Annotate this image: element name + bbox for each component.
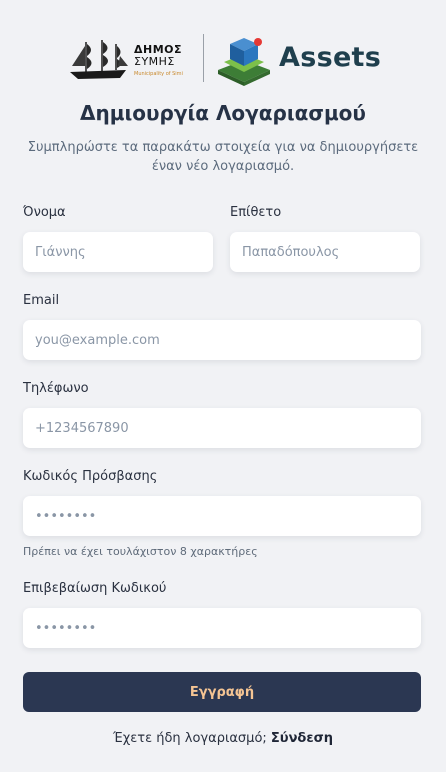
ship-icon bbox=[70, 40, 128, 79]
register-button[interactable]: Εγγραφή bbox=[23, 672, 421, 712]
simi-wordmark: ΔΗΜΟΣ ΣΥΜΗΣ Municipality of Simi bbox=[134, 44, 183, 78]
login-prompt: Έχετε ήδη λογαριασμό; Σύνδεση bbox=[0, 731, 446, 746]
logo-row: ΔΗΜΟΣ ΣΥΜΗΣ Municipality of Simi Assets bbox=[0, 30, 446, 90]
login-link[interactable]: Σύνδεση bbox=[271, 731, 333, 746]
phone-label: Τηλέφωνο bbox=[23, 381, 89, 396]
simi-line2: ΣΥΜΗΣ bbox=[134, 55, 175, 68]
page-title: Δημιουργία Λογαριασμού bbox=[80, 101, 366, 125]
last-name-input[interactable] bbox=[230, 232, 420, 272]
email-label: Email bbox=[23, 293, 60, 308]
confirm-password-input[interactable] bbox=[23, 608, 421, 648]
assets-cube-icon bbox=[218, 38, 270, 86]
password-hint: Πρέπει να έχει τουλάχιστον 8 χαρακτήρες bbox=[23, 545, 258, 558]
password-label: Κωδικός Πρόσβασης bbox=[23, 469, 158, 484]
login-prompt-text: Έχετε ήδη λογαριασμό; bbox=[113, 731, 267, 746]
logo-divider bbox=[203, 34, 204, 82]
last-name-label: Επίθετο bbox=[230, 205, 282, 220]
page-subtitle: Συμπληρώστε τα παρακάτω στοιχεία για να … bbox=[27, 140, 419, 174]
phone-input[interactable] bbox=[23, 408, 421, 448]
simi-municipality-logo: ΔΗΜΟΣ ΣΥΜΗΣ Municipality of Simi bbox=[66, 36, 190, 84]
confirm-password-label: Επιβεβαίωση Κωδικού bbox=[23, 581, 167, 596]
assets-wordmark: Assets bbox=[279, 42, 382, 73]
simi-line3: Municipality of Simi bbox=[134, 71, 183, 77]
first-name-input[interactable] bbox=[23, 232, 213, 272]
first-name-label: Όνομα bbox=[23, 205, 66, 220]
password-input[interactable] bbox=[23, 496, 421, 536]
email-input[interactable] bbox=[23, 320, 421, 360]
